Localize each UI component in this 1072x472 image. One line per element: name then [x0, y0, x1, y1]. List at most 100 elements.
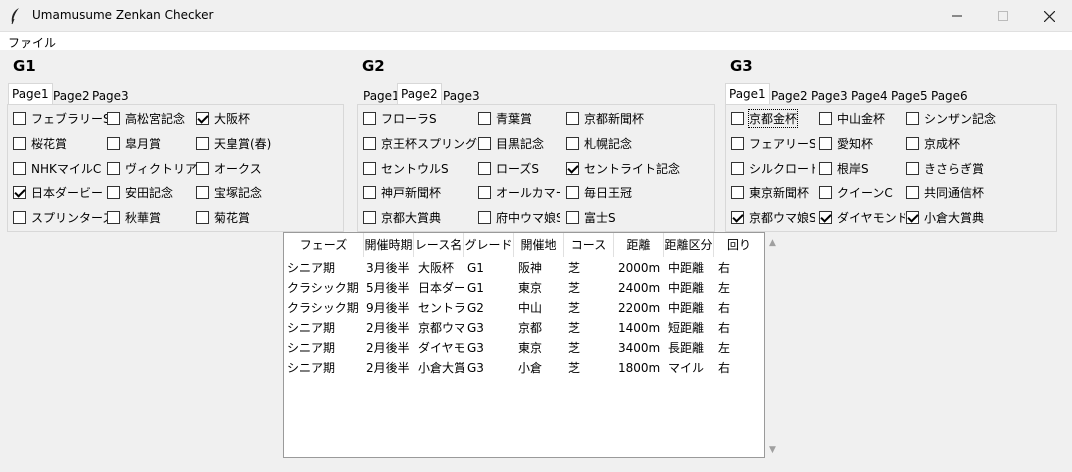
g3-checkbox[interactable]: シンザン記念 — [906, 109, 996, 127]
col-header-distance-class[interactable]: 距離区分 — [664, 233, 714, 257]
col-header-grade[interactable]: グレード — [464, 233, 514, 257]
checkbox-box[interactable] — [363, 111, 376, 125]
g2-checkbox[interactable]: 目黒記念 — [478, 134, 544, 152]
g2-checkbox[interactable]: 京王杯スプリングC — [363, 134, 477, 152]
checkbox-box[interactable] — [478, 136, 491, 150]
g2-checkbox[interactable]: 府中ウマ娘S — [478, 208, 560, 226]
g2-checkbox[interactable]: オールカマー — [478, 183, 560, 201]
table-row[interactable]: シニア期 3月後半 大阪杯 G1 阪神 芝 2000m 中距離右 — [284, 258, 764, 278]
g1-checkbox[interactable]: 桜花賞 — [13, 134, 67, 152]
checkbox-box[interactable] — [731, 111, 744, 125]
checkbox-box[interactable] — [906, 136, 919, 150]
checkbox-box[interactable] — [731, 185, 744, 199]
g2-checkbox[interactable]: セントウルS — [363, 159, 449, 177]
checkbox-box[interactable] — [196, 111, 209, 125]
checkbox-box[interactable] — [819, 136, 832, 150]
table-row[interactable]: クラシック期 5月後半日本ダービーG1 東京 芝 2400m 中距離左 — [284, 278, 764, 298]
col-header-venue[interactable]: 開催地 — [514, 233, 564, 257]
g3-checkbox[interactable]: 中山金杯 — [819, 109, 885, 127]
g3-checkbox[interactable]: 愛知杯 — [819, 134, 873, 152]
g3-checkbox[interactable]: シルクロードS — [731, 159, 815, 177]
g3-checkbox[interactable]: 京都ウマ娘S — [731, 208, 815, 226]
g3-tab-page6[interactable]: Page6 — [927, 86, 972, 105]
g1-checkbox[interactable]: 秋華賞 — [107, 208, 161, 226]
g2-checkbox[interactable]: 京都大賞典 — [363, 208, 441, 226]
menu-file[interactable]: ファイル — [8, 34, 56, 51]
g3-checkbox[interactable]: クイーンC — [819, 183, 893, 201]
g2-checkbox[interactable]: 青葉賞 — [478, 109, 532, 127]
g1-checkbox[interactable]: 皐月賞 — [107, 134, 161, 152]
g1-checkbox[interactable]: ヴィクトリアM — [107, 159, 197, 177]
checkbox-box[interactable] — [819, 111, 832, 125]
checkbox-box[interactable] — [906, 111, 919, 125]
checkbox-box[interactable] — [107, 161, 120, 175]
g3-checkbox[interactable]: 京都金杯 — [731, 108, 799, 128]
col-header-direction[interactable]: 回り — [714, 233, 764, 257]
checkbox-box[interactable] — [819, 161, 832, 175]
checkbox-box[interactable] — [107, 210, 120, 224]
checkbox-box[interactable] — [13, 136, 26, 150]
g1-checkbox[interactable]: オークス — [196, 159, 262, 177]
g3-tab-page4[interactable]: Page4 — [847, 86, 892, 105]
close-button[interactable] — [1026, 0, 1072, 32]
g3-tab-page2[interactable]: Page2 — [767, 86, 812, 105]
checkbox-box[interactable] — [731, 136, 744, 150]
minimize-button[interactable] — [934, 0, 980, 32]
g3-checkbox[interactable]: 共同通信杯 — [906, 183, 984, 201]
maximize-button[interactable] — [980, 0, 1026, 32]
checkbox-box[interactable] — [13, 210, 26, 224]
g1-checkbox[interactable]: 菊花賞 — [196, 208, 250, 226]
table-row[interactable]: シニア期 2月後半小倉大賞典G3 小倉 芝 1800m マイル右 — [284, 358, 764, 378]
g3-tab-page5[interactable]: Page5 — [887, 86, 932, 105]
g3-checkbox[interactable]: 根岸S — [819, 159, 869, 177]
g2-checkbox[interactable]: フローラS — [363, 109, 437, 127]
checkbox-box[interactable] — [566, 161, 579, 175]
g1-checkbox[interactable]: スプリンターズS — [13, 208, 113, 226]
g1-tab-page1[interactable]: Page1 — [8, 83, 53, 105]
g1-checkbox[interactable]: 安田記念 — [107, 183, 173, 201]
checkbox-box[interactable] — [566, 111, 579, 125]
checkbox-box[interactable] — [566, 185, 579, 199]
checkbox-box[interactable] — [478, 185, 491, 199]
g3-tab-page3[interactable]: Page3 — [807, 86, 852, 105]
g2-tab-page2[interactable]: Page2 — [397, 83, 442, 105]
g1-checkbox[interactable]: 宝塚記念 — [196, 183, 262, 201]
col-header-distance[interactable]: 距離 — [614, 233, 664, 257]
g3-checkbox[interactable]: きさらぎ賞 — [906, 159, 984, 177]
checkbox-box[interactable] — [478, 210, 491, 224]
checkbox-box[interactable] — [566, 136, 579, 150]
checkbox-box[interactable] — [363, 185, 376, 199]
checkbox-box[interactable] — [13, 111, 26, 125]
checkbox-box[interactable] — [107, 136, 120, 150]
checkbox-box[interactable] — [196, 161, 209, 175]
checkbox-box[interactable] — [478, 161, 491, 175]
checkbox-box[interactable] — [819, 210, 832, 224]
g3-checkbox[interactable]: 小倉大賞典 — [906, 208, 984, 226]
g2-checkbox[interactable]: 神戸新聞杯 — [363, 183, 441, 201]
checkbox-box[interactable] — [731, 210, 744, 224]
g2-tab-page3[interactable]: Page3 — [439, 86, 484, 105]
table-row[interactable]: シニア期 2月後半京都ウマ娘SG3 京都 芝 1400m 短距離右 — [284, 318, 764, 338]
checkbox-box[interactable] — [196, 210, 209, 224]
checkbox-box[interactable] — [196, 136, 209, 150]
checkbox-box[interactable] — [906, 185, 919, 199]
scroll-up-icon[interactable]: ▲ — [769, 238, 776, 248]
col-header-period[interactable]: 開催時期 — [364, 233, 414, 257]
scroll-down-icon[interactable]: ▼ — [769, 445, 776, 455]
checkbox-box[interactable] — [363, 210, 376, 224]
g3-checkbox[interactable]: 東京新聞杯 — [731, 183, 809, 201]
g1-tab-page3[interactable]: Page3 — [88, 86, 133, 105]
checkbox-box[interactable] — [906, 210, 919, 224]
g2-checkbox[interactable]: ローズS — [478, 159, 539, 177]
checkbox-box[interactable] — [13, 185, 26, 199]
selected-races-table[interactable]: フェーズ 開催時期 レース名 グレード 開催地 コース 距離 距離区分 回り シ… — [283, 232, 765, 458]
g1-tab-page2[interactable]: Page2 — [49, 86, 94, 105]
checkbox-box[interactable] — [196, 185, 209, 199]
col-header-phase[interactable]: フェーズ — [284, 233, 364, 257]
g2-checkbox[interactable]: 京都新聞杯 — [566, 109, 644, 127]
g1-checkbox[interactable]: 日本ダービー — [13, 183, 103, 201]
col-header-course[interactable]: コース — [564, 233, 614, 257]
table-row[interactable]: クラシック期 9月後半セントライト記念G2 中山 芝 2200m 中距離右 — [284, 298, 764, 318]
g1-checkbox[interactable]: 天皇賞(春) — [196, 134, 271, 152]
checkbox-box[interactable] — [107, 111, 120, 125]
